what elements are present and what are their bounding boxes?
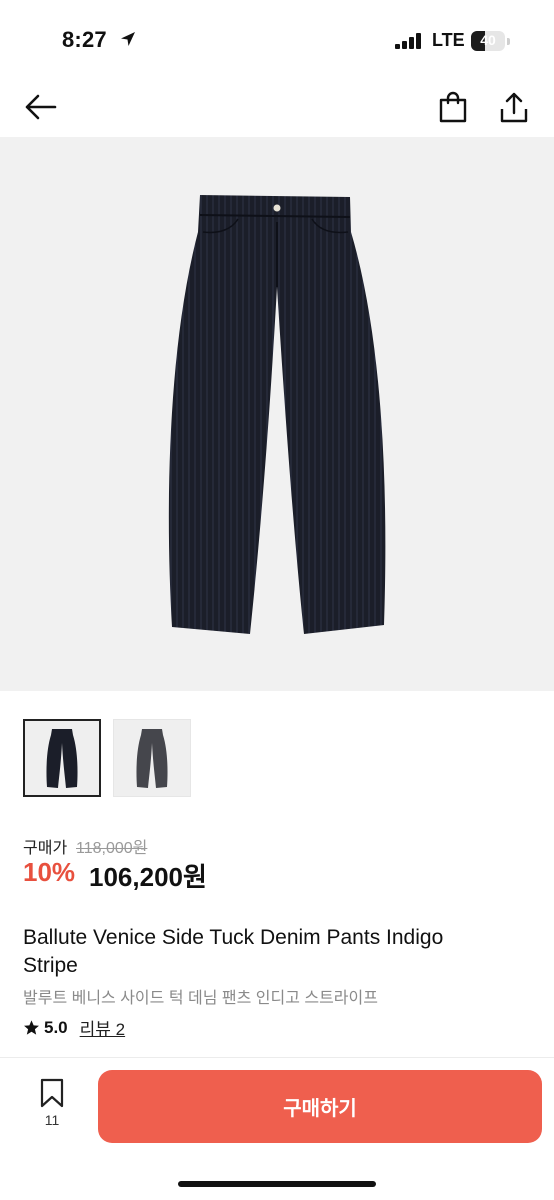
thumbnail-front[interactable] <box>23 719 101 797</box>
share-icon <box>500 92 528 123</box>
network-type: LTE <box>432 30 465 50</box>
price-label: 구매가 <box>23 840 68 857</box>
product-image[interactable] <box>0 137 554 691</box>
wishlist-button[interactable]: 11 <box>30 1078 74 1138</box>
review-link[interactable]: 리뷰 2 <box>80 1015 125 1040</box>
battery-icon: 40 <box>471 31 505 51</box>
product-title-korean: 발루트 베니스 사이드 턱 데님 팬츠 인디고 스트라이프 <box>23 990 378 1007</box>
back-button[interactable] <box>20 87 60 127</box>
battery-percent: 40 <box>480 32 496 48</box>
divider <box>0 1057 554 1058</box>
battery-nub <box>507 38 510 45</box>
status-time: 8:27 <box>62 27 107 52</box>
thumbnail-alternate[interactable] <box>113 719 191 797</box>
wishlist-count: 11 <box>44 1112 60 1128</box>
bookmark-icon <box>40 1078 64 1108</box>
home-indicator <box>178 1181 376 1187</box>
discount-rate: 10% <box>23 857 76 887</box>
cart-button[interactable] <box>433 87 473 127</box>
share-button[interactable] <box>494 87 534 127</box>
shopping-bag-icon <box>439 91 467 123</box>
sale-price: 106,200원 <box>89 862 207 892</box>
star-icon <box>24 1020 39 1035</box>
arrow-left-icon <box>25 94 57 120</box>
rating-row: 5.0 리뷰 2 <box>23 1015 125 1040</box>
original-price: 118,000원 <box>76 840 148 857</box>
location-arrow-icon <box>119 30 137 53</box>
signal-icon <box>395 33 423 54</box>
product-title: Ballute Venice Side Tuck Denim Pants Ind… <box>23 926 444 977</box>
buy-button[interactable]: 구매하기 <box>98 1070 542 1143</box>
rating-score: 5.0 <box>44 1017 68 1037</box>
